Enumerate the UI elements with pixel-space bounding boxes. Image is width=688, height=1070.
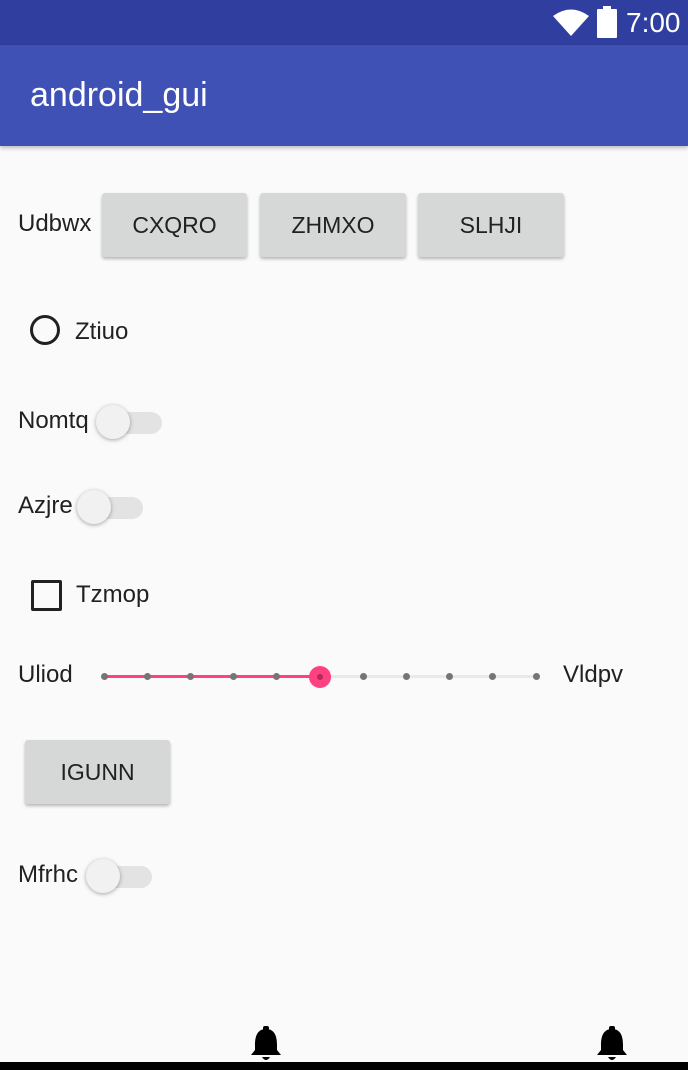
slider-track-progress (104, 675, 320, 678)
slider-tick (100, 673, 108, 680)
slider-tick (230, 673, 238, 680)
switch-label-mfrhc: Mfrhc (18, 861, 78, 888)
navigation-bar (0, 1062, 688, 1070)
checkbox[interactable] (31, 580, 62, 611)
radio-button[interactable] (30, 315, 60, 345)
slider-tick (446, 673, 454, 680)
slider-thumb[interactable] (309, 666, 331, 688)
row-label-udbwx: Udbwx (18, 210, 92, 237)
seek-bar[interactable] (100, 661, 540, 691)
zhmxo-button[interactable]: ZHMXO (260, 193, 406, 257)
bell-icon[interactable] (249, 1026, 283, 1062)
slider-tick (532, 673, 540, 680)
battery-icon (597, 6, 617, 38)
switch-thumb (96, 405, 130, 439)
slider-tick (359, 673, 367, 680)
switch-label-azjre: Azjre (18, 492, 73, 519)
wifi-icon (553, 9, 589, 36)
igunn-button[interactable]: IGUNN (25, 740, 170, 804)
switch-thumb (86, 859, 120, 893)
switch-azjre[interactable] (77, 486, 147, 526)
slider-right-label: Vldpv (563, 661, 624, 688)
radio-label[interactable]: Ztiuo (75, 317, 128, 347)
slhji-button[interactable]: SLHJI (418, 193, 564, 257)
status-clock: 7:00 (626, 7, 681, 38)
slider-tick (489, 673, 497, 680)
switch-nomtq[interactable] (96, 401, 166, 441)
switch-mfrhc[interactable] (86, 855, 156, 895)
bell-icon[interactable] (595, 1026, 629, 1062)
slider-left-label: Uliod (18, 661, 73, 688)
app-bar: android_gui (0, 45, 688, 146)
cxqro-button[interactable]: CXQRO (102, 193, 247, 257)
switch-thumb (77, 490, 111, 524)
checkbox-label[interactable]: Tzmop (76, 580, 149, 610)
slider-tick (402, 673, 410, 680)
slider-tick (186, 673, 194, 680)
switch-label-nomtq: Nomtq (18, 407, 89, 434)
app-title: android_gui (30, 76, 208, 114)
slider-tick (273, 673, 281, 680)
slider-tick (143, 673, 151, 680)
status-bar: 7:00 (0, 0, 688, 45)
